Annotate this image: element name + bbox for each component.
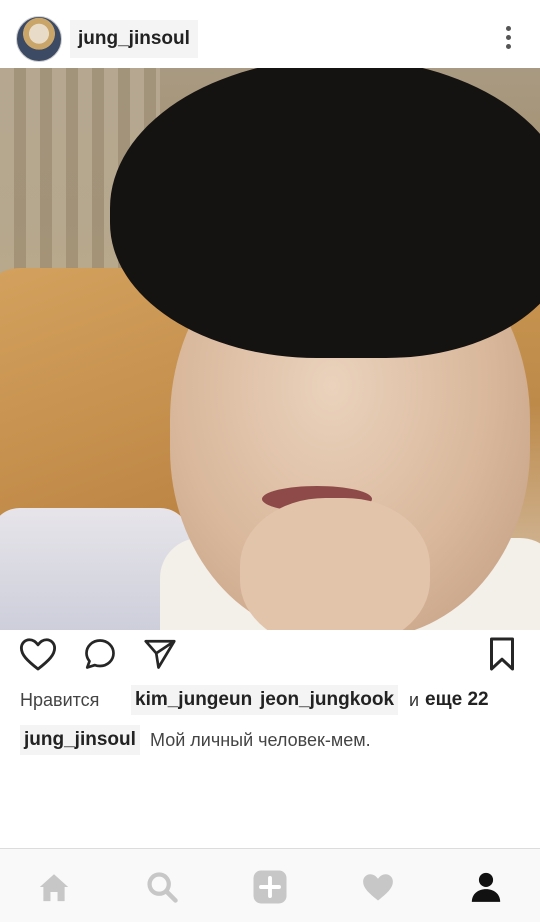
photo-fist: [240, 498, 430, 630]
profile-icon[interactable]: [466, 869, 506, 905]
likes-and: и: [409, 690, 420, 710]
post-header: jung_jinsoul: [0, 0, 540, 68]
likes-more-link[interactable]: еще 22: [425, 689, 489, 711]
liked-by-user[interactable]: kim_jungeun: [131, 685, 257, 715]
caption-row: jung_jinsoul Мой личный человек-мем.: [0, 724, 540, 756]
heart-icon[interactable]: [358, 869, 398, 905]
caption-username[interactable]: jung_jinsoul: [20, 725, 140, 755]
header-username[interactable]: jung_jinsoul: [70, 20, 198, 58]
send-icon[interactable]: [140, 634, 180, 674]
heart-icon[interactable]: [18, 634, 58, 674]
bottom-nav: [0, 848, 540, 922]
caption-text: Мой личный человек-мем.: [150, 730, 371, 750]
post-photo[interactable]: [0, 68, 540, 630]
avatar[interactable]: [16, 16, 62, 62]
likes-prefix: Нравится: [20, 690, 100, 710]
post-actions: [0, 630, 540, 680]
photo-hair: [110, 68, 540, 358]
more-options-icon[interactable]: [504, 26, 512, 52]
add-icon[interactable]: [250, 869, 290, 905]
home-icon[interactable]: [34, 869, 74, 905]
likes-row: Нравится kim_jungeun jeon_jungkook и еще…: [0, 682, 540, 716]
bookmark-icon[interactable]: [482, 634, 522, 674]
comment-icon[interactable]: [80, 634, 120, 674]
search-icon[interactable]: [142, 869, 182, 905]
liked-by-user[interactable]: jeon_jungkook: [256, 685, 399, 715]
